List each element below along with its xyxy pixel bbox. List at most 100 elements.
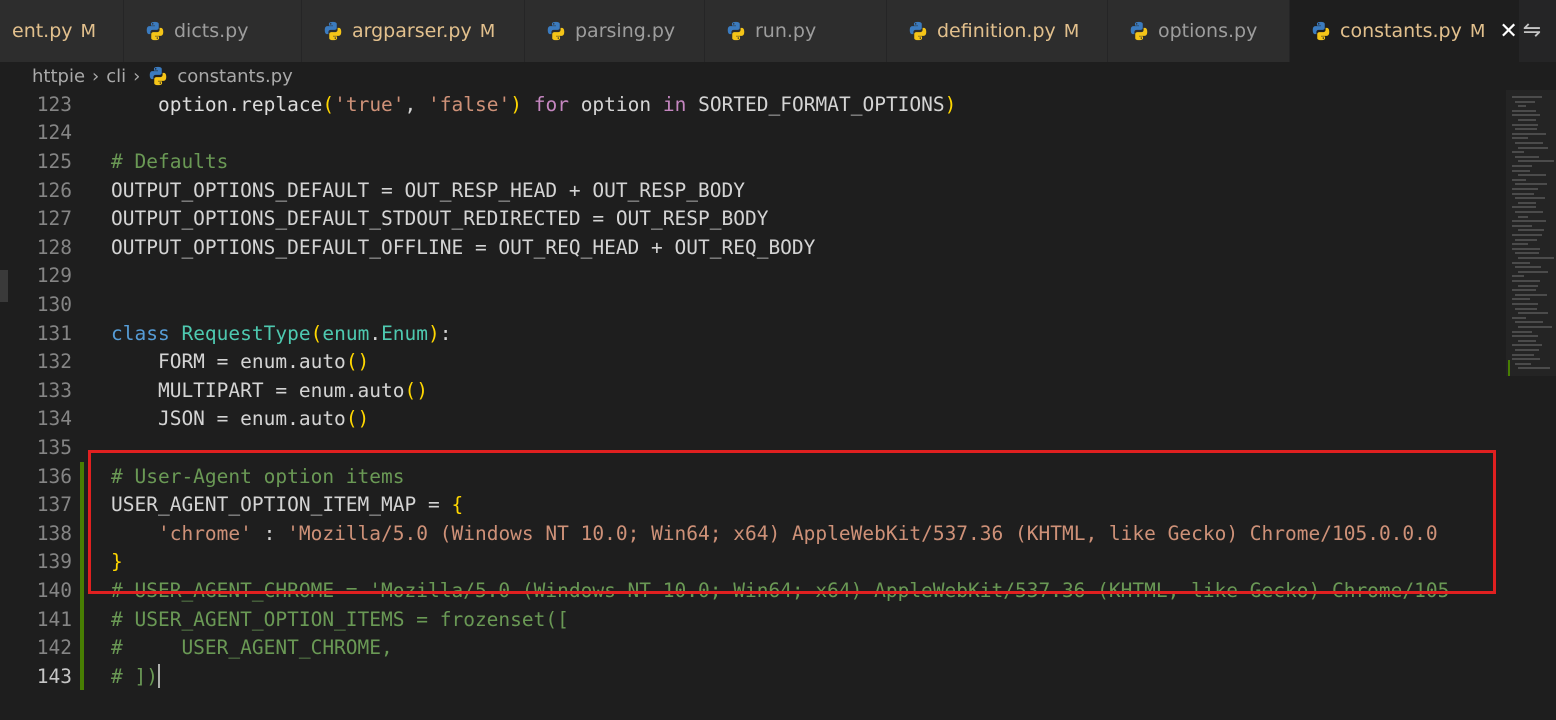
minimap-line (1518, 270, 1548, 273)
python-file-icon (146, 21, 164, 41)
code-line[interactable]: 128 OUTPUT_OPTIONS_DEFAULT_OFFLINE = OUT_… (0, 233, 1506, 262)
code-token: Enum (381, 321, 429, 345)
modified-badge: M (80, 20, 97, 42)
breadcrumb-item-httpie[interactable]: httpie (32, 66, 85, 87)
minimap-line (1512, 275, 1524, 278)
minimap-line (1515, 197, 1545, 200)
line-number: 134 (36, 407, 72, 431)
minimap-line (1515, 349, 1539, 351)
code-line[interactable]: 134 JSON = enum.auto() (0, 405, 1506, 434)
minimap-line (1515, 183, 1547, 186)
code-line[interactable]: 131 class RequestType(enum. Enum): (0, 319, 1506, 348)
minimap-line (1515, 266, 1541, 269)
line-number: 124 (36, 121, 72, 145)
code-line[interactable]: 143 # ]) (0, 662, 1506, 691)
minimap-line (1515, 142, 1543, 144)
split-editor-icon[interactable]: ⇋ (1518, 16, 1546, 44)
minimap-line (1518, 160, 1554, 163)
minimap-line (1512, 169, 1530, 172)
code-text: # Defaults (111, 147, 228, 176)
minimap-line (1512, 206, 1536, 209)
line-number: 129 (36, 264, 72, 288)
code-text: FORM = enum.auto() (111, 347, 369, 376)
code-text: class RequestType(enum. Enum): (111, 319, 452, 348)
code-line[interactable]: 126 OUTPUT_OPTIONS_DEFAULT = OUT_RESP_HEA… (0, 176, 1506, 205)
minimap-line (1512, 224, 1532, 227)
code-line[interactable]: 125 # Defaults (0, 147, 1506, 176)
minimap-line (1515, 321, 1543, 324)
tab-dicts-py[interactable]: dicts.py (124, 0, 302, 62)
tab-argparser-py[interactable]: argparser.py M (302, 0, 525, 62)
python-file-icon (547, 21, 565, 41)
code-token: . (369, 321, 382, 345)
python-file-icon (1312, 21, 1330, 41)
code-text: OUTPUT_OPTIONS_DEFAULT = OUT_RESP_HEAD +… (111, 176, 745, 205)
minimap-line (1518, 215, 1528, 218)
tab-parsing-py[interactable]: parsing.py (525, 0, 705, 62)
line-number: 135 (36, 435, 72, 459)
minimap-line (1515, 211, 1543, 213)
python-file-icon (909, 21, 927, 41)
code-token: OUTPUT_OPTIONS_DEFAULT_OFFLINE = OUT_REQ… (111, 235, 816, 259)
minimap-line (1518, 257, 1554, 259)
tab-constants-py[interactable]: constants.py M ✕ (1290, 0, 1520, 62)
minimap-line (1515, 128, 1537, 131)
tab-ent-py[interactable]: ent.py M (0, 0, 124, 62)
minimap-line (1512, 247, 1540, 250)
code-line[interactable]: 141 # USER_AGENT_OPTION_ITEMS = frozenset… (0, 605, 1506, 634)
minimap-line (1518, 367, 1550, 370)
line-number: 132 (36, 350, 72, 374)
code-line[interactable]: 127 OUTPUT_OPTIONS_DEFAULT_STDOUT_REDIREC… (0, 204, 1506, 233)
code-line[interactable]: 124 (0, 119, 1506, 148)
tab-options-py[interactable]: options.py (1108, 0, 1290, 62)
line-number: 128 (36, 235, 72, 259)
line-number: 131 (36, 321, 72, 345)
minimap-line (1512, 261, 1530, 264)
code-token: ) (944, 92, 957, 116)
minimap-line (1512, 344, 1542, 347)
minimap-line (1512, 123, 1538, 126)
code-line[interactable]: 132 FORM = enum.auto() (0, 347, 1506, 376)
code-editor[interactable]: 123 option.replace('true', 'false') for … (0, 90, 1506, 720)
code-line[interactable]: 123 option.replace('true', 'false') for … (0, 90, 1506, 119)
minimap-line (1518, 119, 1536, 121)
code-token: ) (428, 321, 440, 345)
tab-definition-py[interactable]: definition.py M (887, 0, 1108, 62)
code-text: # USER_AGENT_CHROME, (111, 633, 393, 662)
tab-label: constants.py (1340, 20, 1462, 42)
code-token: () (345, 407, 370, 431)
modified-badge: M (1063, 20, 1080, 42)
code-line[interactable]: 129 (0, 262, 1506, 291)
minimap-line (1518, 201, 1536, 204)
code-token: OUTPUT_OPTIONS_DEFAULT_STDOUT_REDIRECTED… (111, 207, 769, 231)
code-line[interactable]: 130 (0, 290, 1506, 319)
minimap-line (1512, 188, 1538, 190)
minimap-line (1512, 335, 1538, 338)
minimap-git-indicator (1508, 360, 1510, 376)
close-icon[interactable]: ✕ (1499, 19, 1517, 44)
code-token: class (111, 321, 170, 345)
code-token: # USER_AGENT_OPTION_ITEMS = frozenset([ (111, 607, 569, 631)
code-line[interactable]: 133 MULTIPART = enum.auto() (0, 376, 1506, 405)
code-line[interactable]: 142 # USER_AGENT_CHROME, (0, 633, 1506, 662)
breadcrumb-item-file[interactable]: constants.py (177, 66, 292, 87)
minimap[interactable] (1506, 90, 1556, 720)
python-file-icon (1130, 21, 1148, 41)
breadcrumb-item-cli[interactable]: cli (106, 66, 126, 87)
minimap-line (1518, 326, 1552, 328)
line-number: 143 (36, 664, 72, 688)
code-token: 'true' (334, 92, 405, 116)
python-file-icon (324, 21, 342, 41)
line-number: 138 (36, 521, 72, 545)
tab-run-py[interactable]: run.py (705, 0, 887, 62)
minimap-line (1512, 192, 1534, 195)
code-token: for (533, 92, 569, 116)
minimap-line (1518, 339, 1536, 342)
tab-label: argparser.py (352, 20, 472, 42)
minimap-line (1518, 229, 1544, 232)
minimap-line (1518, 174, 1546, 177)
python-file-icon (150, 66, 167, 86)
line-number: 123 (36, 92, 72, 116)
